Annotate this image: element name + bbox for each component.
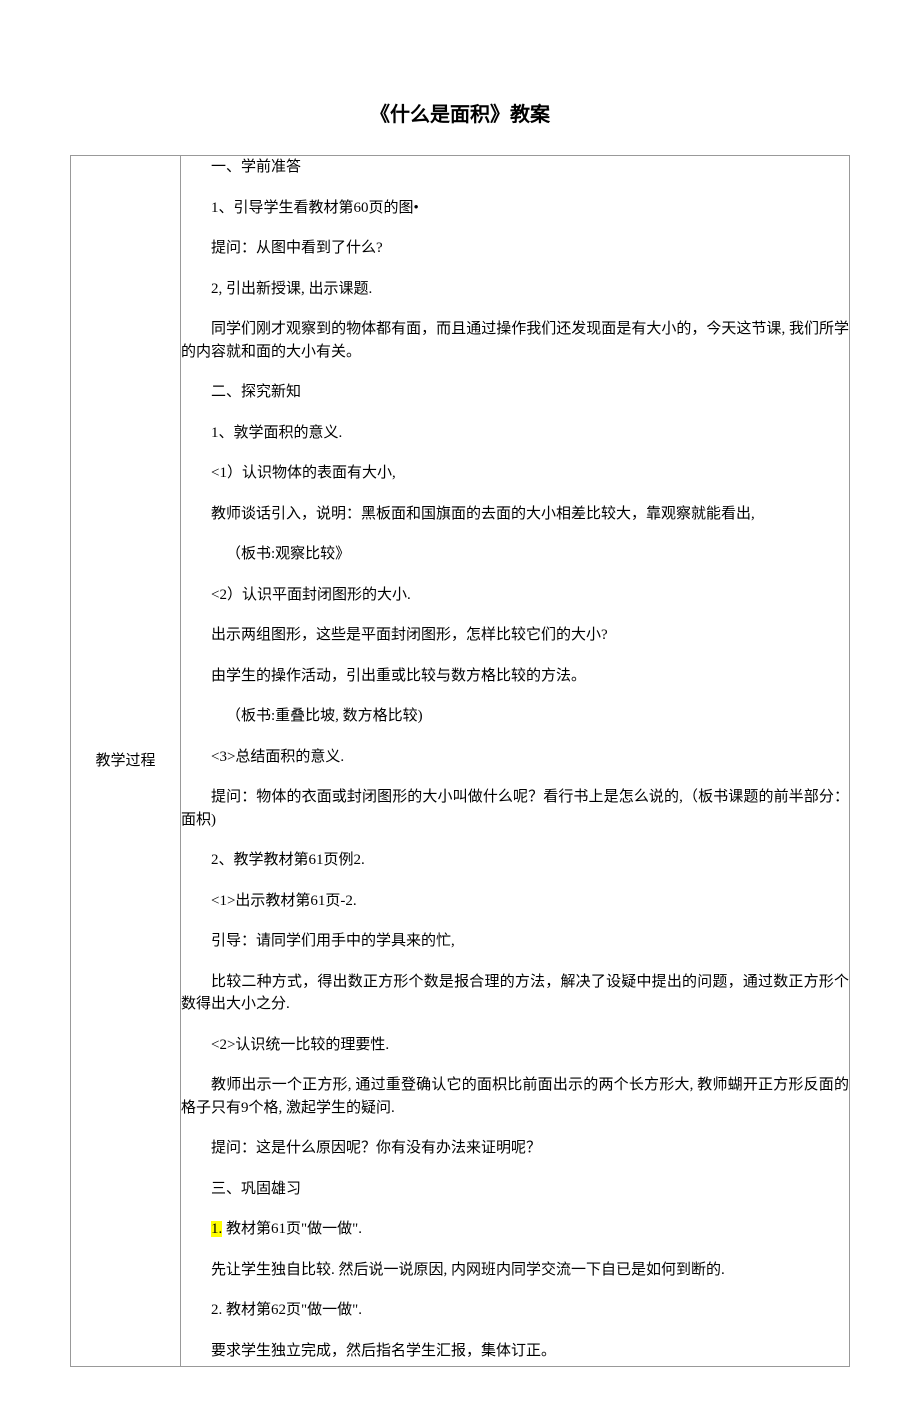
content-line: 引导：请同学们用手中的学具来的忙,: [181, 930, 849, 953]
content-line: 二、探究新知: [181, 381, 849, 404]
content-line: <2>认识统一比较的理要性.: [181, 1034, 849, 1057]
content-line: 提问：从图中看到了什么?: [181, 237, 849, 260]
content-line: <3>总结面积的意义.: [181, 746, 849, 769]
content-line: 由学生的操作活动，引出重或比较与数方格比较的方法。: [181, 665, 849, 688]
content-line: 出示两组图形，这些是平面封闭图形，怎样比较它们的大小?: [181, 624, 849, 647]
row-label-cell: 教学过程: [71, 156, 181, 1367]
content-text: 教材第61页"做一做".: [222, 1221, 362, 1237]
content-line: 要求学生独立完成，然后指名学生汇报，集体订正。: [181, 1340, 849, 1363]
row-content-cell: 一、学前准答 1、引导学生看教材第60页的图• 提问：从图中看到了什么? 2, …: [181, 156, 850, 1367]
content-line: 先让学生独自比较. 然后说一说原因, 内网班内同学交流一下自已是如何到断的.: [181, 1259, 849, 1282]
content-line: （板书:重叠比坡, 数方格比较): [181, 705, 849, 728]
content-line: 一、学前准答: [181, 156, 849, 179]
document-title: 《什么是面积》教案: [70, 100, 850, 130]
content-line: 提问：物体的衣面或封闭图形的大小叫做什么呢？看行书上是怎么说的,（板书课题的前半…: [181, 786, 849, 831]
content-line: 1、引导学生看教材第60页的图•: [181, 197, 849, 220]
content-line: 三、巩固雄习: [181, 1178, 849, 1201]
content-line: 同学们刚才观察到的物体都有面，而且通过操作我们还发现面是有大小的，今天这节课, …: [181, 318, 849, 363]
content-line: <2）认识平面封闭图形的大小.: [181, 584, 849, 607]
highlighted-text: 1.: [211, 1221, 222, 1237]
content-line: <1>出示教材第61页-2.: [181, 890, 849, 913]
lesson-plan-table: 教学过程 一、学前准答 1、引导学生看教材第60页的图• 提问：从图中看到了什么…: [70, 155, 850, 1367]
content-line: 教师谈话引入，说明：黑板面和国旗面的去面的大小相差比较大，靠观察就能看出,: [181, 503, 849, 526]
content-line: 2. 教材第62页"做一做".: [181, 1299, 849, 1322]
content-line: 比较二种方式，得出数正方形个数是报合理的方法，解决了设疑中提出的问题，通过数正方…: [181, 971, 849, 1016]
content-line: 2, 引出新授课, 出示课题.: [181, 278, 849, 301]
content-line: 提问：这是什么原因呢？你有没有办法来证明呢？: [181, 1137, 849, 1160]
content-line: 2、教学教材第61页例2.: [181, 849, 849, 872]
content-line: <1）认识物体的表面有大小,: [181, 462, 849, 485]
row-label: 教学过程: [95, 753, 155, 769]
content-line: 1、敦学面积的意义.: [181, 422, 849, 445]
content-line: 1. 教材第61页"做一做".: [181, 1218, 849, 1241]
content-line: （板书:观察比较》: [181, 543, 849, 566]
content-line: 教师出示一个正方形, 通过重登确认它的面枳比前面出示的两个长方形大, 教师蝴开正…: [181, 1074, 849, 1119]
